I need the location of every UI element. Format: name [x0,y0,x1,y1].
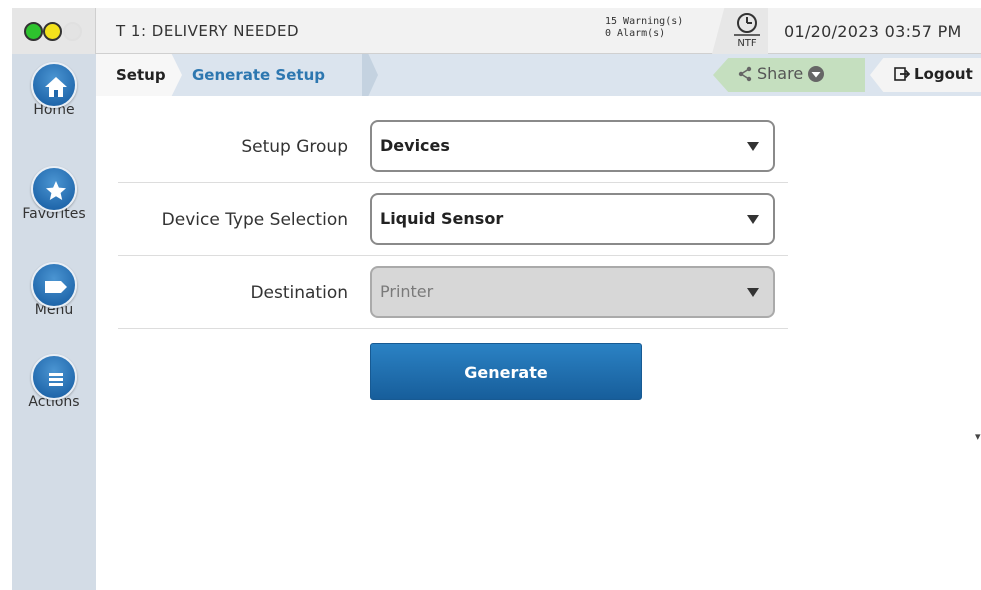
breadcrumb: Setup Generate Setup Share Logout [96,54,981,96]
sidebar-item-favorites[interactable]: Favorites [12,166,96,222]
breadcrumb-current: Generate Setup [192,66,325,84]
breadcrumb-separator [362,54,378,96]
dropdown-arrow-icon [747,215,759,224]
breadcrumb-setup-label: Setup [116,66,166,84]
tag-icon [45,281,67,293]
share-label: Share [757,64,804,83]
device-type-value: Liquid Sensor [380,209,504,228]
alarm-counts[interactable]: 15 Warning(s) 0 Alarm(s) [605,16,683,40]
generate-button[interactable]: Generate [370,343,642,400]
sidebar-item-menu[interactable]: Menu [12,262,96,318]
destination-select[interactable]: Printer [370,266,775,318]
dropdown-arrow-icon [747,142,759,151]
destination-value: Printer [380,282,434,301]
breadcrumb-setup[interactable]: Setup [96,54,182,96]
setup-group-row: Setup Group Devices [118,111,788,183]
setup-group-select[interactable]: Devices [370,120,775,172]
chevron-down-icon [808,65,825,82]
status-lights[interactable] [12,8,96,54]
status-bar: T 1: DELIVERY NEEDED 15 Warning(s) 0 Ala… [12,8,981,54]
device-type-row: Device Type Selection Liquid Sensor [118,184,788,256]
sidebar-item-home[interactable]: Home [12,62,96,118]
ntf-button[interactable]: NTF [712,8,768,54]
dropdown-arrow-icon [747,288,759,297]
setup-group-value: Devices [380,136,450,155]
setup-group-label: Setup Group [241,137,348,157]
destination-row: Destination Printer [118,257,788,329]
yellow-light-icon [43,22,62,41]
menu-button[interactable] [31,262,77,308]
alarm-count: 0 Alarm(s) [605,28,666,39]
device-type-select[interactable]: Liquid Sensor [370,193,775,245]
status-title[interactable]: T 1: DELIVERY NEEDED [116,22,299,40]
home-icon [45,77,67,97]
share-icon [738,66,752,81]
actions-button[interactable] [31,354,77,400]
sidebar-item-actions[interactable]: Actions [12,354,96,410]
green-light-icon [24,22,43,41]
sidebar: Home Favorites Menu Actions [12,54,96,590]
destination-label: Destination [250,283,348,303]
edge-mark: ▾ [975,430,981,443]
list-icon [49,373,63,386]
favorites-button[interactable] [31,166,77,212]
warning-count: 15 Warning(s) [605,16,684,27]
device-type-label: Device Type Selection [161,210,348,230]
share-button[interactable]: Share [713,58,865,92]
logout-label: Logout [914,65,973,83]
star-icon [46,181,66,200]
datetime: 01/20/2023 03:57 PM [784,22,962,41]
clock-icon: NTF [734,13,760,49]
ntf-label: NTF [737,38,757,49]
logout-button[interactable]: Logout [870,58,981,92]
logout-icon [894,67,910,81]
home-button[interactable] [31,62,77,108]
red-light-icon [63,22,82,41]
app-window: T 1: DELIVERY NEEDED 15 Warning(s) 0 Ala… [12,8,981,590]
